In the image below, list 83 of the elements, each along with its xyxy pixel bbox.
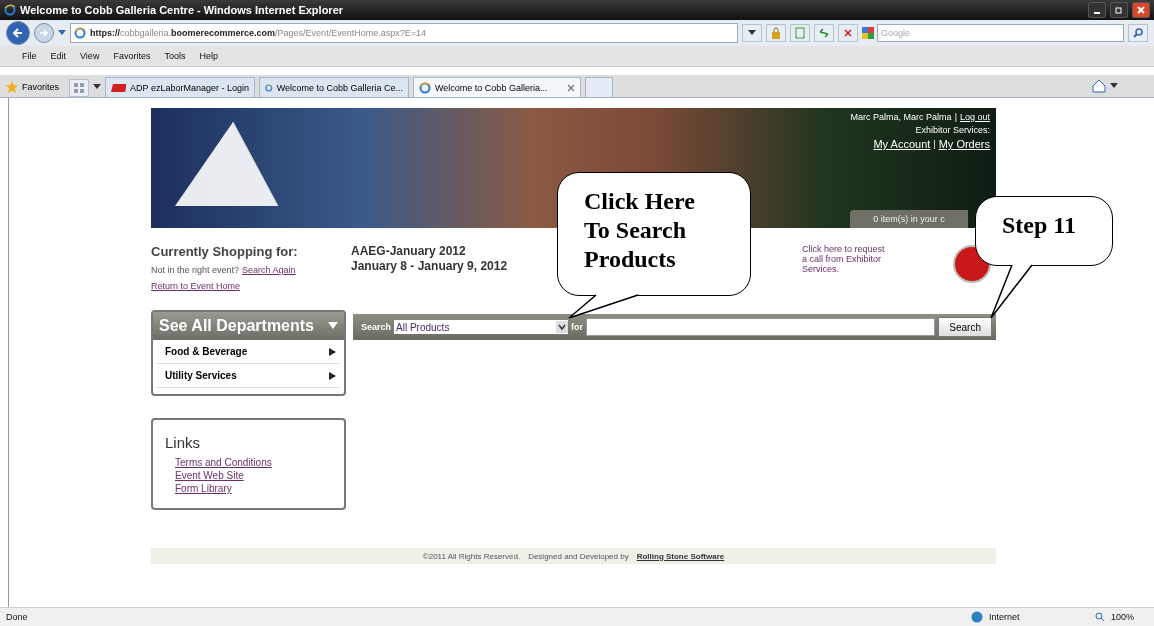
shopping-heading: Currently Shopping for: (151, 244, 299, 259)
user-name: Marc Palma, Marc Palma (850, 112, 952, 122)
event-dates: January 8 - January 9, 2012 (351, 259, 508, 273)
triangle-right-icon (329, 347, 336, 356)
logout-link[interactable]: Log out (959, 112, 990, 122)
category-dropdown[interactable]: All Products (394, 320, 569, 334)
search-button[interactable] (1128, 24, 1148, 42)
browser-icon (4, 4, 16, 16)
zoom-icon (1094, 612, 1105, 622)
window-title: Welcome to Cobb Galleria Centre - Windows Internet Explorer (20, 4, 345, 16)
close-button[interactable] (1132, 2, 1150, 18)
refresh-icon (818, 28, 830, 38)
bubble-tail (990, 264, 1034, 320)
close-tab-icon[interactable] (567, 83, 575, 92)
triangle-right-icon (329, 371, 336, 380)
forward-button[interactable] (34, 23, 54, 43)
menu-item[interactable]: File (22, 51, 37, 61)
browser-icon (74, 27, 86, 39)
return-link[interactable]: Return to Event Home (151, 281, 351, 291)
caret-icon (556, 321, 569, 333)
browser-icon (419, 81, 431, 94)
zone-text: Internet (988, 612, 1021, 622)
menu-item[interactable]: Tools (164, 51, 186, 61)
stop-icon (844, 29, 852, 37)
back-button[interactable] (6, 21, 30, 45)
close-icon (1137, 6, 1145, 14)
back-arrow-icon (12, 27, 24, 39)
search-again-link[interactable]: Search Again (242, 265, 296, 275)
stop-button[interactable] (838, 24, 858, 42)
event-prompt: Not in the right event? (151, 265, 240, 275)
copyright-text: ©2011 All Rights Reserved. (422, 551, 521, 561)
bubble-tail (568, 294, 640, 320)
separator: | (933, 139, 936, 149)
lock-icon (771, 27, 781, 39)
credit-text: Designed and Developed by (528, 551, 629, 561)
browser-icon (265, 81, 273, 94)
search-label: Search (361, 322, 392, 332)
grid-icon (74, 83, 84, 93)
browser-tab[interactable]: ADP ezLaborManager - Login (105, 77, 255, 97)
page-link[interactable]: Form Library (175, 483, 332, 494)
logo-icon (111, 83, 127, 92)
menu-item[interactable]: Favorites (113, 51, 151, 61)
favorites-button[interactable]: Favorites (6, 77, 65, 97)
services-label: Exhibitor Services: (915, 125, 990, 135)
browser-tab[interactable]: Welcome to Cobb Galleria Ce... (259, 77, 409, 97)
browser-tab[interactable]: Welcome to Cobb Galleria... (413, 77, 581, 97)
dropdown-arrow-icon[interactable] (1110, 83, 1118, 89)
search-icon (1133, 28, 1143, 38)
star-icon (6, 81, 18, 93)
refresh-button[interactable] (814, 24, 834, 42)
dropdown-arrow-icon[interactable] (93, 84, 101, 90)
links-title: Links (165, 434, 202, 451)
restore-button[interactable] (1110, 2, 1128, 18)
page-link[interactable]: Terms and Conditions (175, 457, 332, 468)
home-icon[interactable] (1092, 79, 1106, 93)
status-text: Done (6, 612, 28, 622)
zoom-level[interactable]: 100% (1110, 612, 1134, 622)
forward-arrow-icon (39, 28, 49, 38)
minimize-button[interactable] (1088, 2, 1106, 18)
event-name: AAEG-January 2012 (351, 244, 467, 258)
orders-link[interactable]: My Orders (938, 138, 990, 150)
call-request-link[interactable]: Click here to request a call from Exhibitor Services. (802, 244, 892, 274)
page-link[interactable]: Event Web Site (175, 470, 332, 481)
search-provider-icon (862, 27, 874, 39)
account-link[interactable]: My Account (873, 138, 931, 150)
for-label: for (571, 322, 584, 332)
menu-item[interactable]: View (80, 51, 100, 61)
page-icon (795, 27, 805, 39)
search-field[interactable]: Google (877, 24, 1124, 42)
restore-icon (1115, 6, 1123, 14)
menu-item[interactable]: Edit (50, 51, 67, 61)
search-button[interactable]: Search (938, 317, 992, 337)
dropdown-button[interactable] (742, 24, 762, 42)
globe-icon (970, 611, 983, 623)
developer-link[interactable]: Rolling Stone Software (636, 551, 725, 561)
menu-item[interactable]: Help (199, 51, 218, 61)
caret-icon (748, 30, 756, 36)
address-field[interactable]: https://cobbgalleria.boomerecommerce.com/Pages/Event/EventHome.aspx?E=14 (70, 23, 738, 43)
departments-header[interactable]: See All Departments (153, 312, 344, 340)
cart-tab[interactable]: 0 item(s) in your c (850, 210, 968, 228)
triangle-down-icon (328, 322, 338, 330)
separator: | (954, 112, 957, 122)
dropdown-arrow-icon[interactable] (58, 30, 66, 36)
